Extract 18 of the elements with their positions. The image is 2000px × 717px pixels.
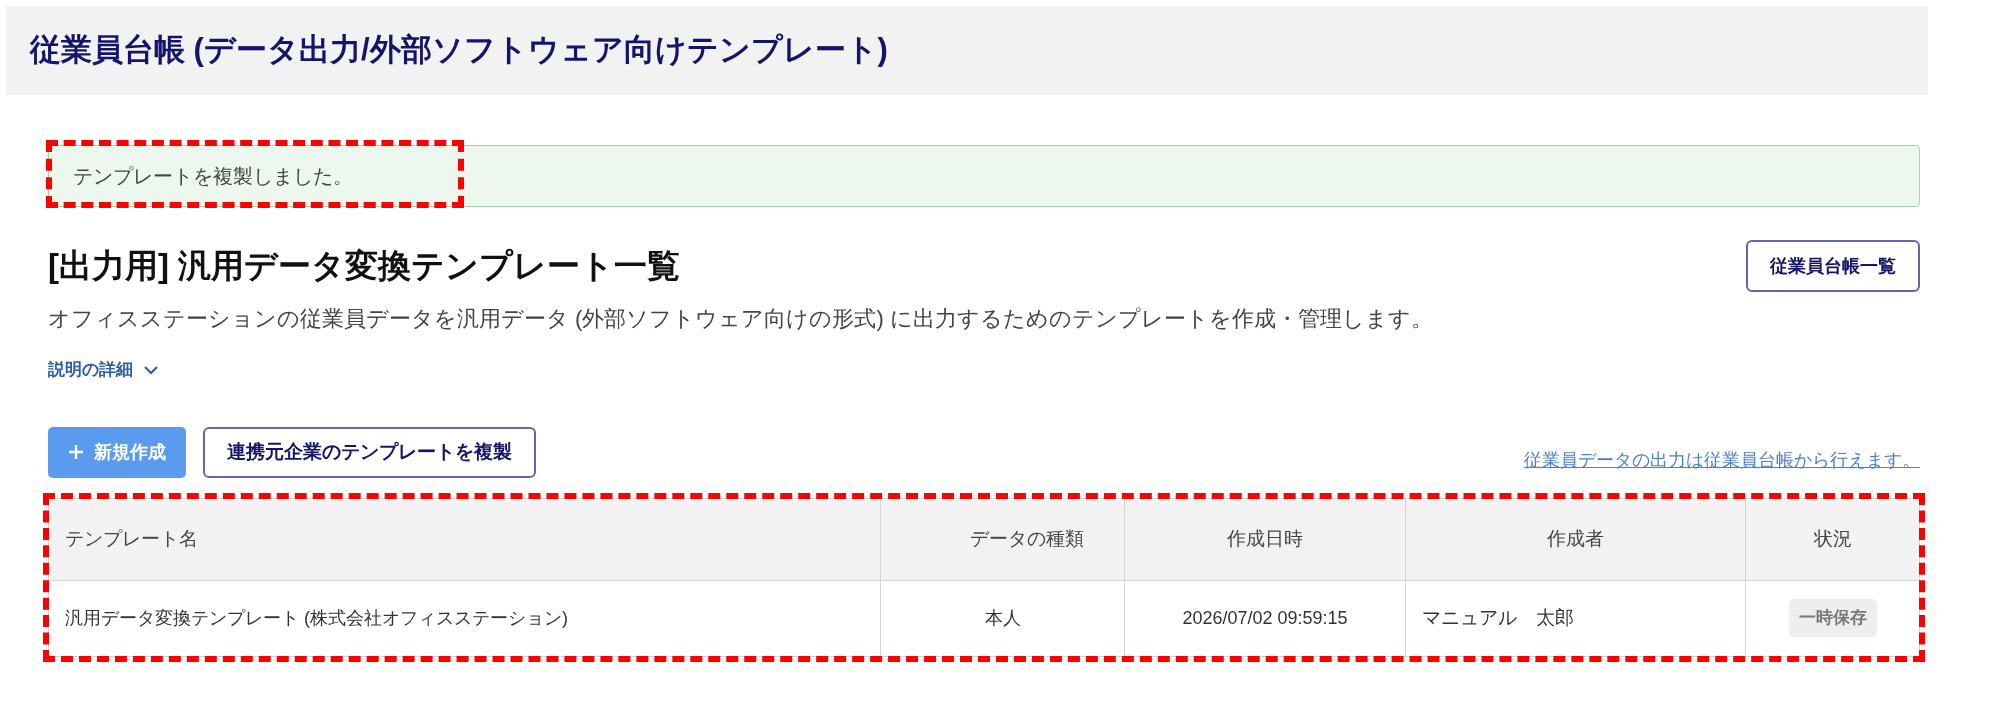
table-cell: 汎用データ変換テンプレート (株式会社オフィスステーション) <box>48 580 881 656</box>
table-cell: マニュアル 太郎 <box>1405 580 1746 656</box>
column-header: 作成日時 <box>1124 498 1406 580</box>
ledger-list-button[interactable]: 従業員台帳一覧 <box>1746 240 1920 292</box>
page-title: 従業員台帳 (データ出力/外部ソフトウェア向けテンプレート) <box>30 31 888 70</box>
alert-message: テンプレートを複製しました。 <box>73 165 353 187</box>
table-cell: 本人 <box>880 580 1125 656</box>
plus-icon <box>68 444 84 460</box>
description: オフィスステーションの従業員データを汎用データ (外部ソフトウェア向けの形式) に出力するためのテンプレートを作成・管理します。 <box>48 305 1434 333</box>
duplicate-template-button[interactable]: 連携元企業のテンプレートを複製 <box>203 426 536 478</box>
status-badge: 一時保存 <box>1788 599 1877 637</box>
column-header: 状況 <box>1745 498 1920 580</box>
section-heading: [出力用] 汎用データ変換テンプレート一覧 <box>48 246 681 287</box>
details-toggle[interactable]: 説明の詳細 <box>48 357 159 383</box>
column-header: テンプレート名 <box>48 498 881 580</box>
column-header: データの種類 <box>880 498 1125 580</box>
ledger-link[interactable]: 従業員データの出力は従業員台帳から行えます。 <box>1524 446 1920 474</box>
column-header: 作成者 <box>1405 498 1746 580</box>
